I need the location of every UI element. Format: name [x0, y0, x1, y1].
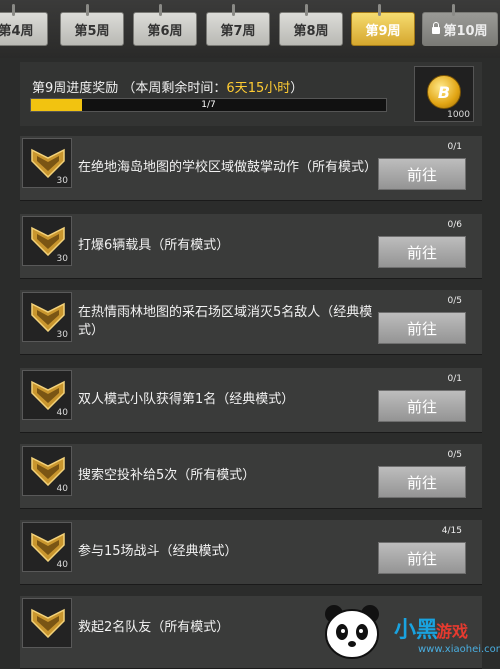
- task-progress: 0/5: [447, 450, 462, 460]
- binder-ring: [305, 4, 308, 16]
- task-progress: 0/5: [447, 296, 462, 306]
- task-description: 双人模式小队获得第1名（经典模式）: [78, 392, 295, 407]
- progress-bar: 1/7: [30, 98, 387, 112]
- task-rank-badge: 40: [22, 522, 72, 572]
- tab-week-4[interactable]: 第4周: [0, 12, 48, 46]
- panda-logo-icon: [325, 605, 379, 659]
- tab-label: 第7周: [220, 23, 256, 39]
- tab-week-6[interactable]: 第6周: [133, 12, 197, 46]
- go-button[interactable]: 前往: [378, 542, 466, 574]
- task-description: 参与15场战斗（经典模式）: [78, 544, 238, 559]
- task-points: 30: [56, 330, 68, 340]
- task-progress: 0/6: [447, 220, 462, 230]
- task-item: 40 参与15场战斗（经典模式） 4/15 前往: [20, 520, 482, 585]
- task-points: 40: [56, 408, 68, 418]
- tab-week-7[interactable]: 第7周: [206, 12, 270, 46]
- binder-ring: [86, 4, 89, 16]
- chevron-badge-icon: [31, 532, 65, 562]
- task-progress: 0/1: [447, 374, 462, 384]
- chevron-badge-icon: [31, 456, 65, 486]
- task-rank-badge: 30: [22, 216, 72, 266]
- progress-value: 1/7: [201, 100, 216, 110]
- watermark-site: www.xiaohei.com: [418, 644, 500, 655]
- lock-icon: [432, 21, 441, 34]
- task-points: 40: [56, 484, 68, 494]
- tab-label: 第5周: [74, 23, 110, 39]
- progress-title-end: ）: [290, 81, 304, 96]
- binder-ring: [232, 4, 235, 16]
- tab-week-8[interactable]: 第8周: [279, 12, 343, 46]
- go-button[interactable]: 前往: [378, 466, 466, 498]
- tab-label: 第9周: [365, 23, 401, 39]
- task-item: 40 搜索空投补给5次（所有模式） 0/5 前往: [20, 444, 482, 509]
- task-points: 30: [56, 176, 68, 186]
- task-rank-badge: 40: [22, 446, 72, 496]
- tab-week-9[interactable]: 第9周: [351, 12, 415, 46]
- task-rank-badge: 40: [22, 370, 72, 420]
- task-item: 30 打爆6辆载具（所有模式） 0/6 前往: [20, 214, 482, 279]
- week-tab-bar: 第4周 第5周 第6周 第7周 第8周 第9周 第10周: [0, 0, 500, 58]
- remaining-days: 6天: [226, 81, 248, 96]
- watermark-brand-2: 游戏: [436, 622, 469, 641]
- tab-label: 第10周: [443, 23, 488, 39]
- task-description: 打爆6辆载具（所有模式）: [78, 238, 230, 253]
- reward-slot[interactable]: B 1000: [414, 66, 474, 122]
- binder-ring: [452, 4, 455, 16]
- task-item: 30 在热情雨林地图的采石场区域消灭5名敌人（经典模式） 0/5 前往: [20, 290, 482, 355]
- task-progress: 0/1: [447, 142, 462, 152]
- tab-label: 第8周: [293, 23, 329, 39]
- task-rank-badge: 30: [22, 292, 72, 342]
- task-description: 在绝地海岛地图的学校区域做鼓掌动作（所有模式）: [78, 160, 378, 175]
- tab-week-5[interactable]: 第5周: [60, 12, 124, 46]
- task-item: 30 在绝地海岛地图的学校区域做鼓掌动作（所有模式） 0/1 前往: [20, 136, 482, 201]
- task-points: 40: [56, 560, 68, 570]
- progress-title-text: 第9周进度奖励 （本周剩余时间：: [32, 81, 227, 96]
- task-description: 在热情雨林地图的采石场区域消灭5名敌人（经典模式）: [78, 305, 373, 338]
- binder-ring: [378, 4, 381, 16]
- binder-ring: [12, 4, 15, 16]
- task-description: 搜索空投补给5次（所有模式）: [78, 468, 256, 483]
- binder-ring: [159, 4, 162, 16]
- progress-title: 第9周进度奖励 （本周剩余时间：6天15小时）: [32, 77, 303, 96]
- coin-icon: B: [427, 75, 461, 109]
- go-button[interactable]: 前往: [378, 158, 466, 190]
- task-progress: 4/15: [441, 526, 462, 536]
- weekly-progress-panel: 第9周进度奖励 （本周剩余时间：6天15小时） 1/7 B 1000: [20, 62, 482, 126]
- chevron-badge-icon: [31, 608, 65, 638]
- tab-label: 第4周: [0, 23, 34, 39]
- site-watermark: 小黑 游戏 www.xiaohei.com: [318, 600, 500, 668]
- task-rank-badge: 30: [22, 138, 72, 188]
- tab-week-10[interactable]: 第10周: [422, 12, 498, 46]
- chevron-badge-icon: [31, 380, 65, 410]
- go-button[interactable]: 前往: [378, 390, 466, 422]
- go-button[interactable]: 前往: [378, 236, 466, 268]
- chevron-badge-icon: [31, 302, 65, 332]
- task-rank-badge: [22, 598, 72, 648]
- tab-label: 第6周: [147, 23, 183, 39]
- task-item: 40 双人模式小队获得第1名（经典模式） 0/1 前往: [20, 368, 482, 433]
- chevron-badge-icon: [31, 148, 65, 178]
- reward-amount: 1000: [447, 110, 470, 120]
- remaining-hours: 15小时: [247, 81, 291, 96]
- watermark-brand: 小黑: [394, 618, 439, 643]
- task-points: 30: [56, 254, 68, 264]
- chevron-badge-icon: [31, 226, 65, 256]
- go-button[interactable]: 前往: [378, 312, 466, 344]
